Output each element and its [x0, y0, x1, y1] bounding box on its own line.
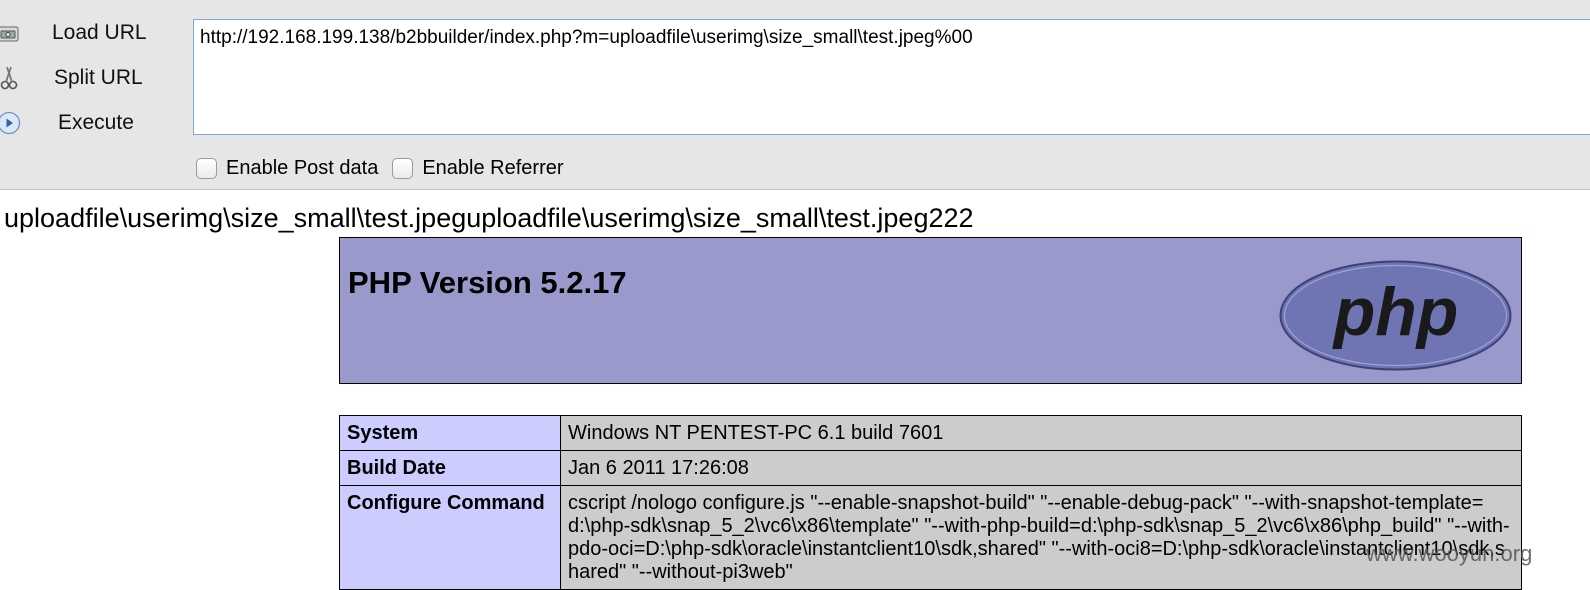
- php-logo-text: php: [1332, 274, 1459, 350]
- options-row: Enable Post data Enable Referrer: [196, 154, 578, 182]
- enable-post-label: Enable Post data: [226, 156, 379, 179]
- enable-referrer-option[interactable]: Enable Referrer: [392, 156, 564, 180]
- row-value: Windows NT PENTEST-PC 6.1 build 7601: [560, 415, 1522, 451]
- row-key: Configure Command: [339, 485, 561, 590]
- hackbar-toolbar: Load URL Split URL Execute http://192.16…: [0, 0, 1590, 190]
- enable-post-option[interactable]: Enable Post data: [196, 157, 378, 180]
- row-key: Build Date: [339, 450, 561, 486]
- load-url-icon: [0, 20, 22, 46]
- enable-referrer-label: Enable Referrer: [422, 156, 564, 179]
- split-url-button[interactable]: Split URL: [0, 58, 180, 98]
- phpinfo-table: System Windows NT PENTEST-PC 6.1 build 7…: [339, 415, 1522, 590]
- php-logo: php: [1278, 259, 1513, 372]
- row-key: System: [339, 415, 561, 451]
- table-row: Build Date Jan 6 2011 17:26:08: [339, 450, 1522, 486]
- php-version-title: PHP Version 5.2.17: [348, 265, 627, 300]
- load-url-label: Load URL: [52, 21, 147, 44]
- enable-referrer-checkbox[interactable]: [392, 157, 414, 179]
- table-row: Configure Command cscript /nologo config…: [339, 485, 1522, 590]
- echo-output-text: uploadfile\userimg\size_small\test.jpegu…: [4, 203, 974, 233]
- phpinfo-header: PHP Version 5.2.17 php: [339, 237, 1522, 384]
- execute-button[interactable]: Execute: [0, 103, 180, 143]
- play-icon: [0, 110, 22, 136]
- execute-label: Execute: [58, 111, 134, 134]
- watermark: www.wooyun.org: [1366, 541, 1533, 566]
- row-value: Jan 6 2011 17:26:08: [560, 450, 1522, 486]
- split-url-label: Split URL: [54, 66, 143, 89]
- table-row: System Windows NT PENTEST-PC 6.1 build 7…: [339, 415, 1522, 451]
- url-input[interactable]: http://192.168.199.138/b2bbuilder/index.…: [193, 19, 1590, 135]
- enable-post-checkbox[interactable]: [196, 157, 217, 179]
- load-url-button[interactable]: Load URL: [0, 13, 180, 53]
- scissors-icon: [0, 65, 22, 91]
- row-value: cscript /nologo configure.js "--enable-s…: [560, 485, 1522, 590]
